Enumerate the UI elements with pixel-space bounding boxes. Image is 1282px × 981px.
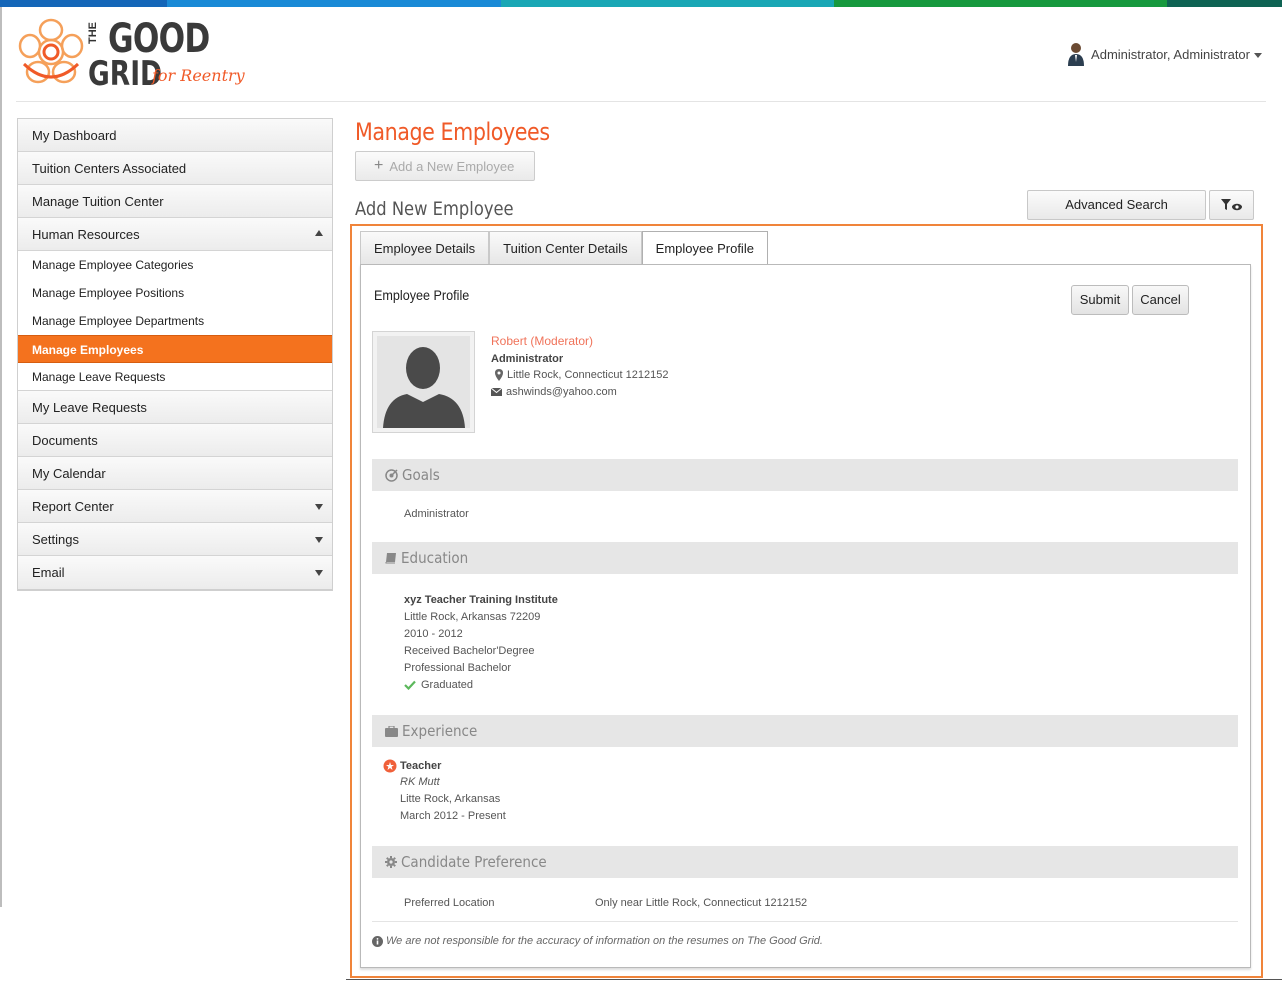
profile-role: Administrator	[491, 353, 564, 365]
sidebar-subitem-manage-employees[interactable]: Manage Employees	[18, 335, 332, 363]
logo[interactable]: THE GOOD GRID for Reentry	[16, 14, 246, 94]
checkmark-icon	[404, 680, 416, 690]
panel-title: Employee Profile	[374, 287, 470, 303]
user-menu[interactable]: Administrator, Administrator	[1067, 42, 1262, 66]
education-level: Professional Bachelor	[404, 662, 512, 674]
sidebar-subitem-employee-positions[interactable]: Manage Employee Positions	[18, 279, 332, 307]
tab-employee-profile[interactable]: Employee Profile	[641, 231, 768, 266]
logo-grid: GRID	[88, 54, 163, 94]
profile-name[interactable]: Robert (Moderator)	[491, 334, 593, 348]
logo-tagline: for Reentry	[152, 66, 245, 85]
info-icon	[372, 935, 383, 947]
experience-title: Teacher	[383, 759, 441, 773]
cancel-button[interactable]: Cancel	[1132, 285, 1189, 315]
sidebar-item-my-calendar[interactable]: My Calendar	[18, 457, 332, 490]
filter-toggle-button[interactable]	[1209, 190, 1254, 220]
sidebar-item-tuition-centers-associated[interactable]: Tuition Centers Associated	[18, 152, 332, 185]
preference-value: Only near Little Rock, Connecticut 12121…	[595, 897, 808, 909]
add-employee-button[interactable]: + Add a New Employee	[355, 151, 535, 181]
target-icon	[385, 468, 398, 482]
sidebar-item-report-center[interactable]: Report Center	[18, 490, 332, 523]
tab-employee-details[interactable]: Employee Details	[360, 231, 490, 265]
sidebar-subitem-employee-departments[interactable]: Manage Employee Departments	[18, 307, 332, 335]
map-marker-icon	[495, 369, 503, 381]
sidebar-item-email[interactable]: Email	[18, 556, 332, 589]
section-title: Add New Employee	[355, 198, 514, 220]
employee-profile-panel: Employee Profile Submit Cancel Robert (M…	[360, 264, 1251, 968]
chevron-down-icon	[315, 537, 323, 543]
chevron-down-icon	[1254, 52, 1262, 58]
star-circle-icon	[383, 759, 397, 773]
experience-section-header: Experience	[372, 715, 1238, 747]
bottom-line	[346, 979, 1282, 980]
sidebar-item-documents[interactable]: Documents	[18, 424, 332, 457]
preference-section-header: Candidate Preference	[372, 846, 1238, 878]
sidebar-item-dashboard[interactable]: My Dashboard	[18, 119, 332, 152]
sidebar-subitem-employee-categories[interactable]: Manage Employee Categories	[18, 251, 332, 279]
tab-bar: Employee Details Tuition Center Details …	[360, 231, 768, 266]
profile-photo	[372, 331, 475, 433]
tab-tuition-center-details[interactable]: Tuition Center Details	[489, 231, 642, 265]
education-location: Little Rock, Arkansas 72209	[404, 611, 541, 623]
chevron-up-icon	[315, 230, 323, 236]
plus-icon: +	[374, 157, 384, 174]
sidebar-item-human-resources[interactable]: Human Resources	[18, 218, 332, 251]
sidebar: My Dashboard Tuition Centers Associated …	[17, 118, 333, 591]
experience-company: RK Mutt	[400, 776, 440, 788]
page-title: Manage Employees	[355, 118, 550, 146]
profile-email: ashwinds@yahoo.com	[491, 386, 617, 398]
education-status: Graduated	[404, 679, 473, 691]
preference-label: Preferred Location	[404, 897, 495, 909]
left-edge-line	[0, 7, 2, 907]
chevron-down-icon	[315, 570, 323, 576]
user-name: Administrator, Administrator	[1091, 46, 1250, 62]
sidebar-item-settings[interactable]: Settings	[18, 523, 332, 556]
flower-logo-icon	[18, 18, 84, 84]
disclaimer: We are not responsible for the accuracy …	[372, 935, 823, 947]
education-degree: Received Bachelor'Degree	[404, 645, 535, 657]
user-avatar-icon	[1068, 43, 1085, 66]
education-institute: xyz Teacher Training Institute	[404, 594, 558, 606]
experience-period: March 2012 - Present	[400, 810, 506, 822]
education-section-header: Education	[372, 542, 1238, 574]
envelope-icon	[491, 388, 502, 396]
gear-icon	[385, 856, 397, 868]
divider	[372, 921, 1238, 922]
profile-location: Little Rock, Connecticut 1212152	[495, 369, 668, 381]
chevron-down-icon	[315, 504, 323, 510]
submit-button[interactable]: Submit	[1071, 285, 1129, 315]
sidebar-subitem-leave-requests[interactable]: Manage Leave Requests	[18, 363, 332, 391]
book-icon	[385, 553, 396, 564]
header: THE GOOD GRID for Reentry Administrator,…	[16, 14, 1266, 102]
top-color-bar	[0, 0, 1282, 7]
briefcase-icon	[385, 725, 398, 737]
education-years: 2010 - 2012	[404, 628, 463, 640]
logo-the: THE	[87, 22, 99, 44]
sidebar-item-my-leave-requests[interactable]: My Leave Requests	[18, 391, 332, 424]
goals-section-header: Goals	[372, 459, 1238, 491]
goals-text: Administrator	[404, 508, 469, 520]
advanced-search-button[interactable]: Advanced Search	[1027, 190, 1206, 220]
person-silhouette-icon	[377, 336, 470, 428]
sidebar-item-manage-tuition-center[interactable]: Manage Tuition Center	[18, 185, 332, 218]
filter-eye-icon	[1220, 199, 1242, 211]
experience-location: Litte Rock, Arkansas	[400, 793, 501, 805]
